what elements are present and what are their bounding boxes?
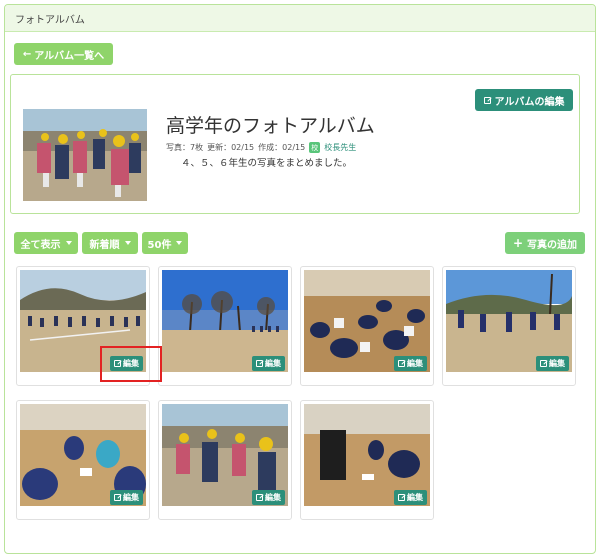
photo-edit-button[interactable]: 編集 <box>536 356 569 371</box>
arrow-left-icon: ← <box>22 48 32 60</box>
edit-icon <box>398 494 405 501</box>
show-all-label: 全て表示 <box>20 239 61 251</box>
panel-header: フォトアルバム <box>5 5 595 32</box>
author-badge: 校 <box>309 142 321 153</box>
photo-edit-button[interactable]: 編集 <box>110 490 143 505</box>
highlight-frame <box>100 346 162 382</box>
panel-title: フォトアルバム <box>15 15 85 26</box>
show-all-dropdown[interactable]: 全て表示 <box>14 232 78 254</box>
album-meta: 写真：7枚 更新：02/15 作成：02/15 校 校長先生 <box>166 142 356 153</box>
photo-edit-label: 編集 <box>549 359 565 368</box>
photo-card[interactable]: 編集 <box>158 266 292 386</box>
photo-card[interactable]: 編集 <box>158 400 292 520</box>
photo-card[interactable]: 編集 <box>300 400 434 520</box>
back-to-album-list-button[interactable]: ← アルバム一覧へ <box>14 43 113 65</box>
photo-edit-button[interactable]: 編集 <box>394 356 427 371</box>
photo-edit-label: 編集 <box>123 493 139 502</box>
photo-card[interactable]: 編集 <box>300 266 434 386</box>
album-cover-image <box>23 109 147 201</box>
photo-edit-label: 編集 <box>265 493 281 502</box>
photo-count: 写真：7枚 <box>166 143 204 152</box>
photo-card[interactable]: 編集 <box>16 400 150 520</box>
created-date: 作成：02/15 <box>258 143 306 152</box>
edit-icon <box>256 494 263 501</box>
caret-down-icon <box>176 241 183 245</box>
photo-edit-label: 編集 <box>407 359 423 368</box>
edit-icon <box>398 360 405 367</box>
plus-icon: + <box>512 236 524 250</box>
caret-down-icon <box>124 241 131 245</box>
per-page-dropdown[interactable]: 50件 <box>142 232 188 254</box>
album-title: 高学年のフォトアルバム <box>166 115 375 137</box>
back-button-label: アルバム一覧へ <box>34 50 105 62</box>
album-author: 校長先生 <box>324 143 357 152</box>
per-page-label: 50件 <box>147 239 172 251</box>
edit-album-label: アルバムの編集 <box>494 96 565 108</box>
photo-edit-label: 編集 <box>265 359 281 368</box>
add-photo-button[interactable]: + 写真の追加 <box>505 232 585 254</box>
edit-album-button[interactable]: アルバムの編集 <box>475 89 573 111</box>
edit-icon <box>114 494 121 501</box>
photo-edit-label: 編集 <box>407 493 423 502</box>
photo-edit-button[interactable]: 編集 <box>252 356 285 371</box>
sort-dropdown[interactable]: 新着順 <box>82 232 138 254</box>
add-photo-label: 写真の追加 <box>527 239 578 251</box>
photo-edit-button[interactable]: 編集 <box>252 490 285 505</box>
photo-edit-button[interactable]: 編集 <box>394 490 427 505</box>
updated-date: 更新：02/15 <box>207 143 255 152</box>
edit-icon <box>483 96 491 104</box>
caret-down-icon <box>65 241 72 245</box>
edit-icon <box>256 360 263 367</box>
album-description: ４、５、６年生の写真をまとめました。 <box>181 158 353 169</box>
sort-label: 新着順 <box>89 239 120 251</box>
photo-card[interactable]: 編集 <box>442 266 576 386</box>
edit-icon <box>540 360 547 367</box>
